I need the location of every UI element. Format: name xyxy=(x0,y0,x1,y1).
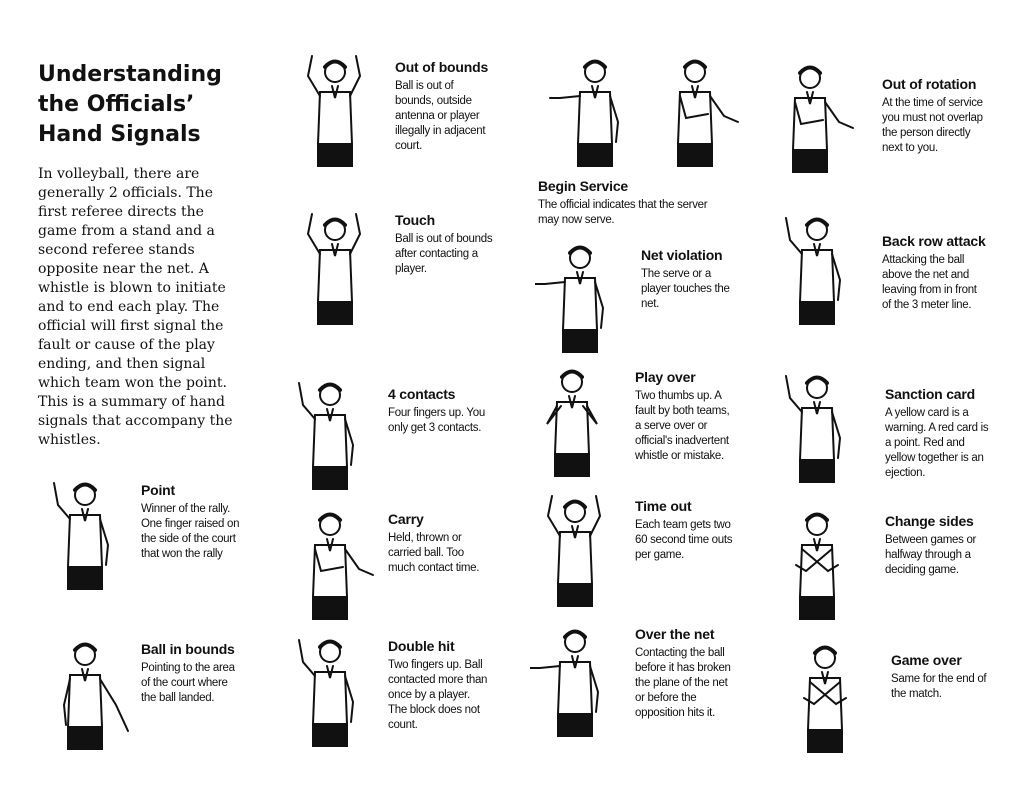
title-line: Hand Signals xyxy=(38,122,201,147)
four-contacts-signal-illustration xyxy=(285,375,375,495)
signal-description: The official indicates that the server m… xyxy=(538,199,708,226)
referee-figure-icon xyxy=(546,495,602,607)
double-hit-signal-illustration xyxy=(285,632,375,752)
signal-description: Ball is out of bounds after contacting a… xyxy=(395,233,493,275)
referee-figure-icon xyxy=(53,482,110,590)
time-out-signal-illustration xyxy=(530,492,620,612)
play-over-signal-illustration xyxy=(527,362,617,482)
signal-title: Play over xyxy=(635,369,696,385)
signal-touch: Touch Ball is out of bounds after contac… xyxy=(395,212,495,277)
signal-ball-in-bounds: Ball in bounds Pointing to the area of t… xyxy=(141,641,241,706)
referee-figure-icon xyxy=(549,59,739,167)
signal-description: Attacking the ball above the net and lea… xyxy=(882,254,977,311)
signal-sanction-card: Sanction card A yellow card is a warning… xyxy=(885,386,990,481)
referee-figure-icon xyxy=(298,382,355,490)
out-of-bounds-signal-illustration xyxy=(290,52,380,172)
signal-description: A yellow card is a warning. A red card i… xyxy=(885,407,989,479)
intro-paragraph: In volleyball, there are generally 2 off… xyxy=(38,166,233,448)
signal-begin-service: Begin Service The official indicates tha… xyxy=(538,178,728,228)
signal-double-hit: Double hit Two fingers up. Ball contacte… xyxy=(388,638,488,733)
signal-title: Ball in bounds xyxy=(141,641,235,657)
signal-description: Same for the end of the match. xyxy=(891,673,987,700)
signal-description: Each team gets two 60 second time outs p… xyxy=(635,519,733,561)
signal-description: At the time of service you must not over… xyxy=(882,97,983,154)
signal-description: Ball is out of bounds, outside antenna o… xyxy=(395,80,486,152)
back-row-attack-signal-illustration xyxy=(772,210,862,330)
over-the-net-signal-illustration xyxy=(529,622,620,742)
signal-title: Change sides xyxy=(885,513,974,529)
signal-game-over: Game over Same for the end of the match. xyxy=(891,652,991,702)
out-of-rotation-signal-illustration xyxy=(765,58,855,178)
title-line: Understanding xyxy=(38,62,222,87)
signal-out-of-bounds: Out of bounds Ball is out of bounds, out… xyxy=(395,59,495,154)
signal-description: Pointing to the area of the court where … xyxy=(141,662,235,704)
net-violation-signal-illustration xyxy=(534,238,625,358)
sanction-card-signal-illustration xyxy=(772,368,862,488)
referee-figure-icon xyxy=(795,512,839,620)
signal-title: Point xyxy=(141,482,175,498)
point-signal-illustration xyxy=(40,475,130,595)
signal-title: Game over xyxy=(891,652,962,668)
referee-figure-icon xyxy=(529,629,600,737)
referee-figure-icon xyxy=(534,245,605,353)
referee-figure-icon xyxy=(785,375,842,483)
touch-signal-illustration xyxy=(290,210,380,330)
signal-carry: Carry Held, thrown or carried ball. Too … xyxy=(388,511,488,576)
signal-title: Carry xyxy=(388,511,424,527)
signal-description: Two thumbs up. A fault by both teams, a … xyxy=(635,390,730,462)
referee-figure-icon xyxy=(306,213,362,325)
signal-description: Two fingers up. Ball contacted more than… xyxy=(388,659,488,731)
signal-title: Sanction card xyxy=(885,386,975,402)
title-line: the Officials’ xyxy=(38,92,195,117)
referee-figure-icon xyxy=(306,55,362,167)
signal-title: 4 contacts xyxy=(388,386,456,402)
signal-title: Over the net xyxy=(635,626,715,642)
begin-service-signal-illustration xyxy=(540,52,740,172)
referee-figure-icon xyxy=(791,65,854,173)
signal-out-of-rotation: Out of rotation At the time of service y… xyxy=(882,76,987,156)
signal-title: Time out xyxy=(635,498,692,514)
signal-title: Net violation xyxy=(641,247,723,263)
signal-point: Point Winner of the rally. One finger ra… xyxy=(141,482,241,562)
signal-four-contacts: 4 contacts Four fingers up. You only get… xyxy=(388,386,488,436)
signal-description: Held, thrown or carried ball. Too much c… xyxy=(388,532,480,574)
signal-time-out: Time out Each team gets two 60 second ti… xyxy=(635,498,735,563)
signal-net-violation: Net violation The serve or a player touc… xyxy=(641,247,736,312)
signal-play-over: Play over Two thumbs up. A fault by both… xyxy=(635,369,735,464)
signal-description: Between games or halfway through a decid… xyxy=(885,534,977,576)
ball-in-bounds-signal-illustration xyxy=(40,635,130,755)
signal-over-the-net: Over the net Contacting the ball before … xyxy=(635,626,735,721)
signal-description: Four fingers up. You only get 3 contacts… xyxy=(388,407,485,434)
carry-signal-illustration xyxy=(285,505,375,625)
signal-title: Out of bounds xyxy=(395,59,489,75)
signal-title: Back row attack xyxy=(882,233,986,249)
change-sides-signal-illustration xyxy=(772,505,862,625)
game-over-signal-illustration xyxy=(780,638,870,758)
referee-figure-icon xyxy=(546,369,598,477)
signal-description: Contacting the ball before it has broken… xyxy=(635,647,731,719)
referee-figure-icon xyxy=(62,642,129,750)
signal-description: The serve or a player touches the net. xyxy=(641,268,730,310)
signal-title: Touch xyxy=(395,212,435,228)
signal-description: Winner of the rally. One finger raised o… xyxy=(141,503,240,560)
signal-title: Double hit xyxy=(388,638,455,654)
referee-figure-icon xyxy=(298,639,355,747)
signal-back-row-attack: Back row attack Attacking the ball above… xyxy=(882,233,987,313)
signal-change-sides: Change sides Between games or halfway th… xyxy=(885,513,990,578)
page-title: Understanding the Officials’ Hand Signal… xyxy=(38,60,278,150)
referee-figure-icon xyxy=(311,512,374,620)
referee-figure-icon xyxy=(785,217,842,325)
signal-title: Out of rotation xyxy=(882,76,977,92)
signal-title: Begin Service xyxy=(538,178,628,194)
referee-figure-icon xyxy=(803,645,847,753)
